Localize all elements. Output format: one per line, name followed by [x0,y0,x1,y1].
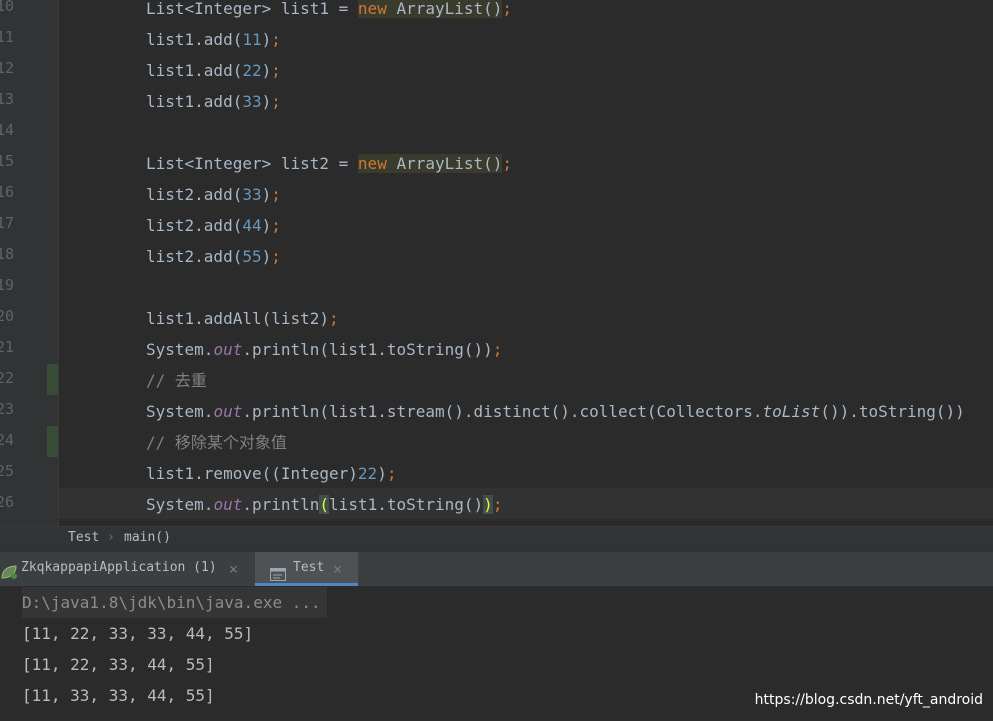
line-number: 21 [0,338,14,356]
line-number: 24 [0,431,14,449]
line-number: 11 [0,28,14,46]
line-number: 15 [0,152,14,170]
code-line: list1.add(22); [146,61,281,80]
line-number: 17 [0,214,14,232]
console-output-line: [11, 22, 33, 44, 55] [22,655,215,674]
spring-leaf-icon [0,561,18,579]
vcs-change-marker[interactable] [47,364,58,395]
code-line: System.out.println(list1.stream().distin… [146,402,965,421]
watermark-url: https://blog.csdn.net/yft_android [754,692,983,708]
console-output-line: [11, 22, 33, 33, 44, 55] [22,624,254,643]
code-line: list2.add(55); [146,247,281,266]
gutter-divider [58,0,59,526]
code-line: list1.add(33); [146,92,281,111]
line-number: 19 [0,276,14,294]
code-line: list1.remove((Integer)22); [146,464,397,483]
code-comment: // 移除某个对象值 [146,433,287,452]
code-editor[interactable]: 10 11 12 13 14 15 16 17 18 19 20 21 22 2… [0,0,993,526]
line-number: 25 [0,462,14,480]
console-icon [270,562,286,581]
matched-brace: ( [319,495,330,514]
breadcrumb-class[interactable]: Test [68,527,99,549]
matched-brace: ) [483,495,493,514]
line-number: 26 [0,493,14,511]
vcs-change-marker[interactable] [47,426,58,457]
line-number: 18 [0,245,14,263]
code-comment: // 去重 [146,371,207,390]
console-output-line: [11, 33, 33, 44, 55] [22,686,215,705]
line-number: 23 [0,400,14,418]
close-icon[interactable]: × [333,552,342,586]
code-line: list1.addAll(list2); [146,309,339,328]
breadcrumb-method[interactable]: main() [124,527,171,549]
line-number: 22 [0,369,14,387]
code-line: List<Integer> list1 = new ArrayList(); [146,0,513,18]
breadcrumb: Test › main() [0,526,993,551]
run-tool-window-tabs: ZkqkappapiApplication (1) × Test × [0,551,993,587]
tab-label: Test [293,560,325,575]
console-command-line: D:\java1.8\jdk\bin\java.exe ... [22,587,327,618]
code-line: List<Integer> list2 = new ArrayList(); [146,154,513,173]
line-number: 14 [0,121,14,139]
close-icon[interactable]: × [229,552,238,586]
line-number: 13 [0,90,14,108]
line-number: 16 [0,183,14,201]
line-number: 20 [0,307,14,325]
tab-test[interactable]: Test × [255,552,358,586]
code-line: list1.add(11); [146,30,281,49]
tab-label: ZkqkappapiApplication (1) [21,560,217,575]
code-line: System.out.println(list1.toString()); [146,340,503,359]
line-number: 10 [0,0,14,15]
code-line: list2.add(44); [146,216,281,235]
code-line-current: System.out.println(list1.toString()); [146,495,503,514]
code-line: list2.add(33); [146,185,281,204]
line-number: 12 [0,59,14,77]
tab-zkqkappapi-application[interactable]: ZkqkappapiApplication (1) × [0,552,250,586]
breadcrumb-separator: › [107,530,115,545]
